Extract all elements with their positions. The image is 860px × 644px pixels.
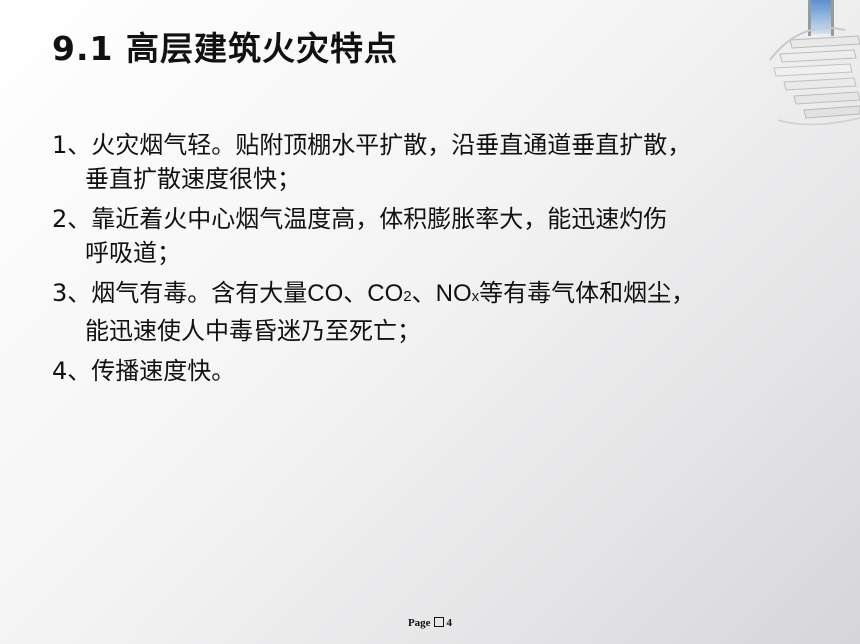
page-label: Page	[407, 617, 431, 629]
formula-co: CO	[307, 280, 344, 307]
staircase-decoration-image	[769, 0, 860, 126]
list-item-continuation: 垂直扩散速度很快；	[85, 165, 301, 193]
text-segment: 等有毒气体和烟尘，	[479, 279, 696, 307]
text-segment: 3、烟气有毒。含有大量	[52, 279, 308, 307]
list-item-line: 1、火灾烟气轻。贴附顶棚水平扩散，沿垂直通道垂直扩散，	[52, 131, 692, 159]
page-footer: Page 4	[0, 617, 860, 629]
placeholder-box-icon	[433, 617, 444, 627]
list-item-line: 3、烟气有毒。含有大量CO、CO2、NOx等有毒气体和烟尘，	[52, 279, 695, 307]
list-item-continuation: 能迅速使人中毒昏迷乃至死亡；	[85, 317, 421, 345]
list-item-continuation: 呼吸道；	[85, 239, 181, 267]
list-item: 3、烟气有毒。含有大量CO、CO2、NOx等有毒气体和烟尘， 能迅速使人中毒昏迷…	[52, 276, 832, 348]
formula-co2: CO	[367, 280, 404, 307]
slide-title: 9.1 高层建筑火灾特点	[52, 29, 398, 68]
separator: 、	[411, 279, 436, 307]
formula-nox: NO	[435, 280, 472, 307]
formula-co2-subscript: 2	[403, 288, 412, 305]
separator: 、	[343, 279, 368, 307]
list-item-line: 4、传播速度快。	[52, 357, 236, 385]
slide: 9.1 高层建筑火灾特点 1、火灾烟气轻。贴附顶棚水平扩散，沿垂直通道垂直扩散，…	[0, 0, 860, 644]
page-number: 4	[446, 617, 453, 629]
list-item: 1、火灾烟气轻。贴附顶棚水平扩散，沿垂直通道垂直扩散， 垂直扩散速度很快；	[52, 128, 832, 196]
list-item: 4、传播速度快。	[52, 354, 832, 388]
list-item: 2、靠近着火中心烟气温度高，体积膨胀率大，能迅速灼伤 呼吸道；	[52, 202, 832, 270]
formula-nox-subscript: x	[471, 288, 480, 305]
list-item-line: 2、靠近着火中心烟气温度高，体积膨胀率大，能迅速灼伤	[52, 205, 668, 233]
bullet-list: 1、火灾烟气轻。贴附顶棚水平扩散，沿垂直通道垂直扩散， 垂直扩散速度很快； 2、…	[52, 128, 832, 394]
